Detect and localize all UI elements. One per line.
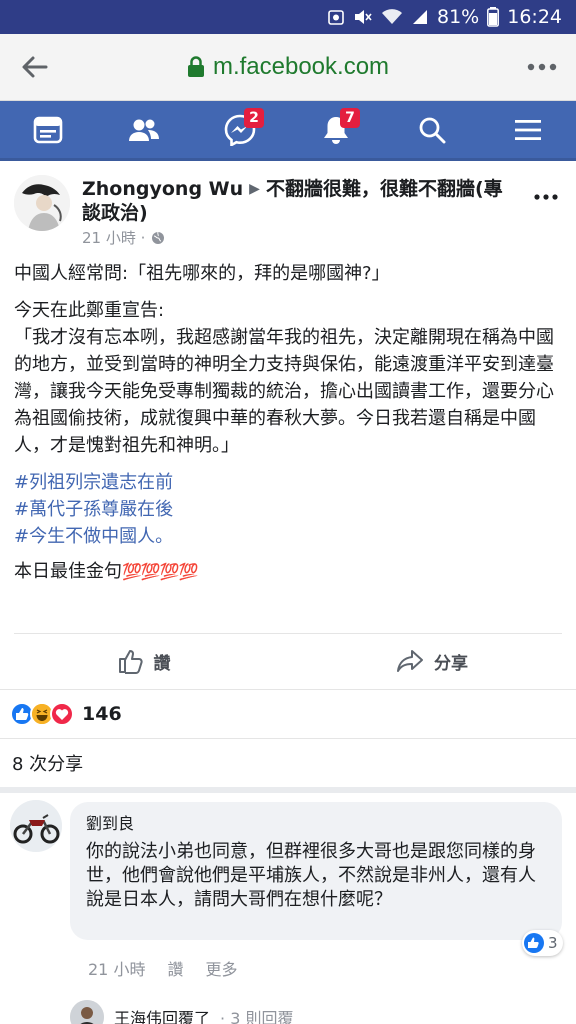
post-quote: 「我才沒有忘本咧，我超感謝當年我的祖先，決定離開現在稱為中國的地方，並受到當時的… bbox=[14, 327, 554, 456]
hashtag-link[interactable]: #今生不做中國人。 bbox=[14, 523, 566, 550]
notifications-badge: 7 bbox=[340, 108, 360, 128]
screenshot-icon bbox=[327, 8, 345, 26]
reaction-icons bbox=[10, 702, 74, 726]
reply-avatar bbox=[70, 1000, 104, 1024]
post-line-2: 今天在此鄭重宣告: bbox=[14, 300, 165, 321]
mute-icon bbox=[353, 8, 373, 26]
post-time[interactable]: 21 小時 · bbox=[82, 227, 145, 248]
browser-menu-button[interactable] bbox=[508, 63, 576, 71]
reactions-summary[interactable]: 146 bbox=[0, 689, 576, 739]
post-header: Zhongyong Wu ▶ 不翻牆很難，很難不翻牆(專談政治) 21 小時 · bbox=[0, 161, 576, 251]
search-icon bbox=[419, 117, 446, 143]
friends-icon bbox=[129, 119, 159, 141]
news-feed-icon bbox=[33, 116, 63, 143]
share-arrow-icon bbox=[397, 650, 423, 672]
share-count[interactable]: 8 次分享 bbox=[12, 750, 83, 776]
more-horizontal-icon bbox=[527, 63, 557, 71]
like-reaction-icon bbox=[524, 933, 544, 953]
nav-friends[interactable] bbox=[96, 101, 192, 158]
love-reaction-icon bbox=[50, 702, 74, 726]
section-separator bbox=[0, 787, 576, 793]
more-horizontal-icon bbox=[534, 194, 558, 200]
nav-menu[interactable] bbox=[480, 101, 576, 158]
post-body: 中國人經常問:「祖先哪來的，拜的是哪國神?」 今天在此鄭重宣告: 「我才沒有忘本… bbox=[14, 260, 566, 595]
hamburger-menu-icon bbox=[515, 119, 541, 140]
comment-time[interactable]: 21 小時 bbox=[88, 956, 145, 980]
hashtag-link[interactable]: #列祖列宗遺志在前 bbox=[14, 469, 566, 496]
reply-preview[interactable]: 王海伟回覆了 · 3 則回覆 bbox=[70, 1000, 293, 1024]
author-avatar[interactable] bbox=[14, 175, 70, 231]
hashtag-list: #列祖列宗遺志在前 #萬代子孫尊嚴在後 #今生不做中國人。 bbox=[14, 469, 566, 550]
hashtag-link[interactable]: #萬代子孫尊嚴在後 bbox=[14, 496, 566, 523]
thumbs-up-icon bbox=[118, 650, 143, 674]
comment-author[interactable]: 劉到良 bbox=[86, 810, 546, 834]
comment-like-count: 3 bbox=[548, 934, 558, 952]
status-bar: 81% 16:24 bbox=[0, 0, 576, 34]
comment-more-button[interactable]: 更多 bbox=[205, 956, 237, 980]
hundred-points-emoji: 💯💯💯💯 bbox=[122, 562, 199, 581]
comment-actions: 21 小時 讚 更多 bbox=[88, 956, 237, 980]
commenter-avatar[interactable] bbox=[10, 800, 62, 852]
wifi-icon bbox=[381, 8, 403, 26]
post-meta: 21 小時 · bbox=[82, 227, 165, 248]
post-line-1: 中國人經常問:「祖先哪來的，拜的是哪國神?」 bbox=[14, 263, 390, 284]
lock-icon bbox=[187, 56, 204, 77]
author-name[interactable]: Zhongyong Wu bbox=[82, 178, 243, 200]
battery-icon bbox=[487, 7, 500, 27]
caret-right-icon: ▶ bbox=[249, 181, 260, 197]
browser-url-bar: m.facebook.com bbox=[0, 34, 576, 101]
motorcycle-avatar-image bbox=[10, 800, 62, 852]
battery-percent: 81% bbox=[437, 6, 480, 28]
share-label: 分享 bbox=[434, 653, 468, 674]
reaction-count: 146 bbox=[82, 703, 122, 725]
globe-icon bbox=[152, 231, 165, 244]
post-options-button[interactable] bbox=[534, 185, 558, 204]
nav-news-feed[interactable] bbox=[0, 101, 96, 158]
post-actions: 讚 分享 bbox=[0, 634, 576, 688]
reply-text: 王海伟回覆了 bbox=[114, 1009, 211, 1024]
url-text: m.facebook.com bbox=[212, 53, 390, 80]
nav-notifications[interactable]: 7 bbox=[288, 101, 384, 158]
closing-text: 本日最佳金句 bbox=[14, 561, 122, 582]
nav-search[interactable] bbox=[384, 101, 480, 158]
post-title: Zhongyong Wu ▶ 不翻牆很難，很難不翻牆(專談政治) bbox=[82, 177, 512, 225]
avatar-image bbox=[14, 175, 70, 231]
back-arrow-icon bbox=[22, 56, 48, 78]
comment-reaction-badge[interactable]: 3 bbox=[522, 930, 563, 956]
signal-icon bbox=[411, 8, 429, 26]
share-button[interactable]: 分享 bbox=[288, 634, 576, 688]
back-button[interactable] bbox=[0, 55, 68, 79]
nav-messenger[interactable]: 2 bbox=[192, 101, 288, 158]
clock: 16:24 bbox=[507, 6, 562, 28]
like-label: 讚 bbox=[153, 653, 171, 674]
comment-like-button[interactable]: 讚 bbox=[167, 956, 183, 980]
comment-text: 你的說法小弟也同意，但群裡很多大哥也是跟您同樣的身世，他們會說他們是平埔族人，不… bbox=[86, 841, 536, 910]
address-field[interactable]: m.facebook.com bbox=[68, 53, 508, 81]
comment-bubble: 劉到良 你的說法小弟也同意，但群裡很多大哥也是跟您同樣的身世，他們會說他們是平埔… bbox=[70, 802, 562, 940]
like-button[interactable]: 讚 bbox=[0, 634, 288, 688]
post-closing: 本日最佳金句💯💯💯💯 bbox=[14, 558, 566, 585]
facebook-nav-bar: 2 7 bbox=[0, 101, 576, 161]
messages-badge: 2 bbox=[244, 108, 264, 128]
reply-count: · 3 則回覆 bbox=[220, 1009, 294, 1024]
